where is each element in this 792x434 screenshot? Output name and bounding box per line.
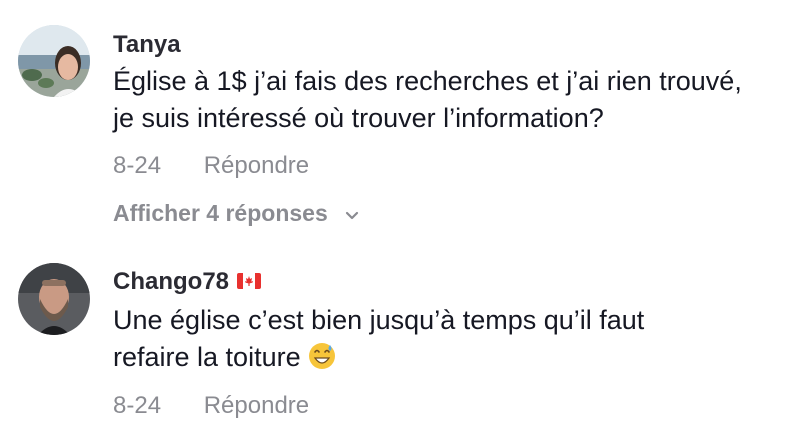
comment-text: Une église c’est bien jusqu’à temps qu’i… [113,302,792,376]
reply-button[interactable]: Répondre [204,152,309,180]
view-replies-label: Afficher 4 réponses [113,200,328,226]
comment-text-line: Église à 1$ j’ai fais des recherches et … [113,66,742,96]
comment-meta: 8-24 Répondre [113,392,309,420]
comment-date: 8-24 [113,392,162,419]
comment-text-line: refaire la toiture [113,339,792,376]
canada-flag-icon [237,272,262,289]
avatar[interactable] [18,263,90,335]
comment-text: Église à 1$ j’ai fais des recherches et … [113,63,792,137]
avatar-photo [18,263,90,335]
comment-date: 8-24 [113,152,162,179]
comment-text-line: je suis intéressé où trouver l’informati… [113,103,604,133]
comment-text-segment: refaire la toiture [113,342,301,372]
comment-username[interactable]: Tanya [113,31,181,59]
reply-button[interactable]: Répondre [204,392,309,420]
avatar-photo [18,25,90,97]
comment-username[interactable]: Chango78 [113,268,262,296]
grinning-sweat-emoji-icon [308,342,336,370]
comment-meta: 8-24 Répondre [113,152,309,180]
comment-username-text: Chango78 [113,268,230,295]
chevron-down-icon [344,207,360,223]
avatar[interactable] [18,25,90,97]
comment-text-line: Une église c’est bien jusqu’à temps qu’i… [113,305,645,335]
view-replies-button[interactable]: Afficher 4 réponses [113,200,360,227]
